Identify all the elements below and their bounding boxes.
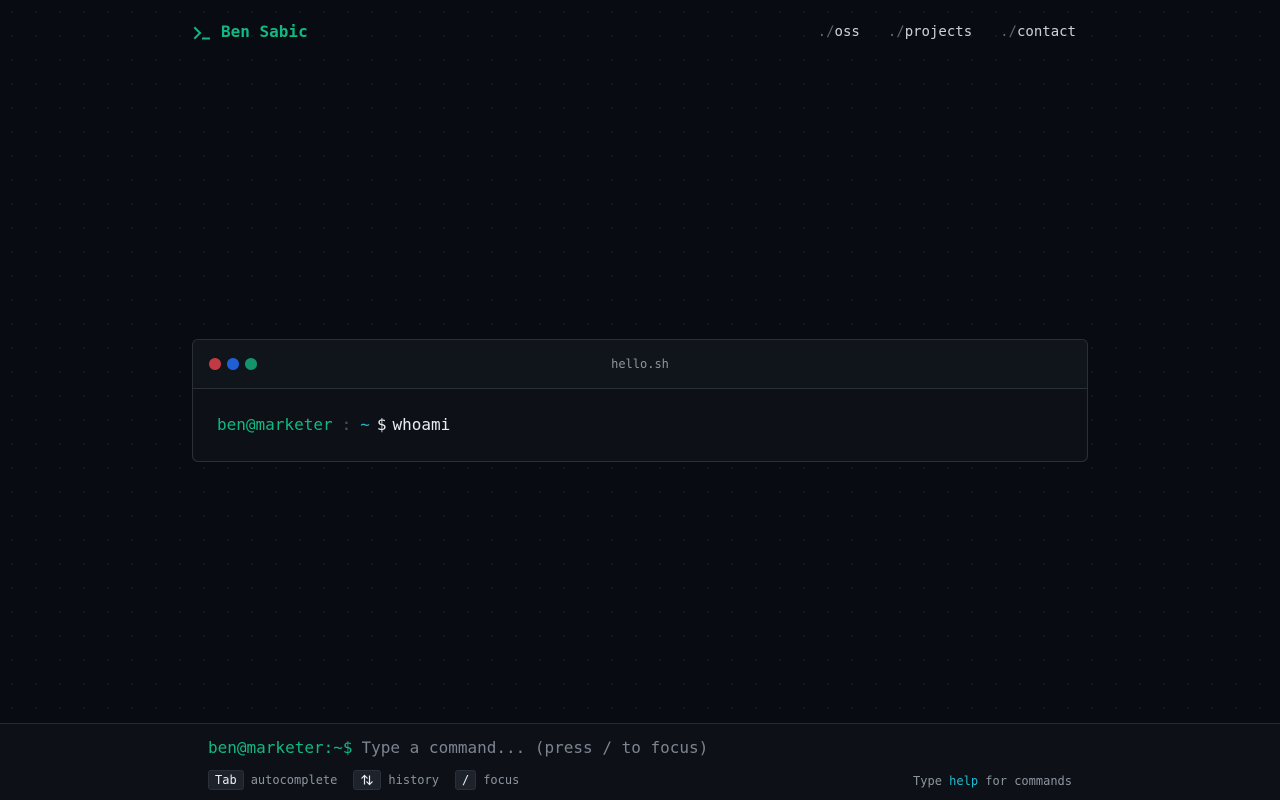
kbd-tab: Tab (208, 770, 244, 790)
prompt-path: ~ (360, 415, 370, 434)
brand-link[interactable]: Ben Sabic (192, 22, 308, 41)
nav-prefix: ./ (887, 24, 905, 40)
help-suffix: for commands (985, 774, 1072, 788)
site-header: Ben Sabic ./oss ./projects ./contact (192, 0, 1088, 64)
command-input[interactable] (361, 738, 882, 757)
kbd-slash: / (454, 770, 477, 790)
nav-link-oss[interactable]: ./oss (818, 24, 860, 40)
help-hint: Type help for commands (913, 774, 1072, 788)
nav-label: contact (1016, 24, 1076, 40)
main-nav: ./oss ./projects ./contact (818, 24, 1076, 40)
hint-label: focus (483, 773, 520, 787)
terminal-titlebar: hello.sh (193, 340, 1087, 389)
hint-label: autocomplete (250, 773, 338, 787)
nav-link-projects[interactable]: ./projects (888, 24, 972, 40)
hint-autocomplete: Tab autocomplete (208, 770, 337, 790)
prompt-command: whoami (392, 415, 451, 434)
terminal-title: hello.sh (611, 357, 669, 371)
brand-name: Ben Sabic (221, 22, 308, 41)
command-line: ben@marketer:~$ (208, 738, 882, 757)
keyboard-hints: Tab autocomplete history / focus (208, 770, 535, 790)
hint-label: history (388, 773, 439, 787)
command-bar: ben@marketer:~$ Tab autocomplete history (0, 723, 1280, 800)
prompt-user-host: ben@marketer (217, 415, 333, 434)
nav-prefix: ./ (1000, 24, 1017, 40)
command-prompt: ben@marketer:~$ (208, 738, 353, 757)
prompt-symbol: $ (376, 415, 387, 434)
prompt-separator: : (341, 415, 352, 434)
terminal-prompt-icon (193, 25, 211, 39)
hint-history: history (353, 770, 439, 790)
kbd-arrows (353, 770, 382, 790)
terminal-window: hello.sh ben@marketer: ~ $ whoami (192, 339, 1088, 462)
nav-link-contact[interactable]: ./contact (1000, 24, 1076, 40)
nav-label: oss (834, 24, 860, 40)
terminal-body: ben@marketer: ~ $ whoami (193, 389, 1087, 460)
nav-label: projects (904, 24, 973, 40)
help-keyword[interactable]: help (949, 774, 978, 788)
up-down-arrows-icon (360, 774, 374, 786)
hint-focus: / focus (454, 770, 520, 790)
help-prefix: Type (913, 774, 942, 788)
nav-prefix: ./ (817, 24, 835, 40)
